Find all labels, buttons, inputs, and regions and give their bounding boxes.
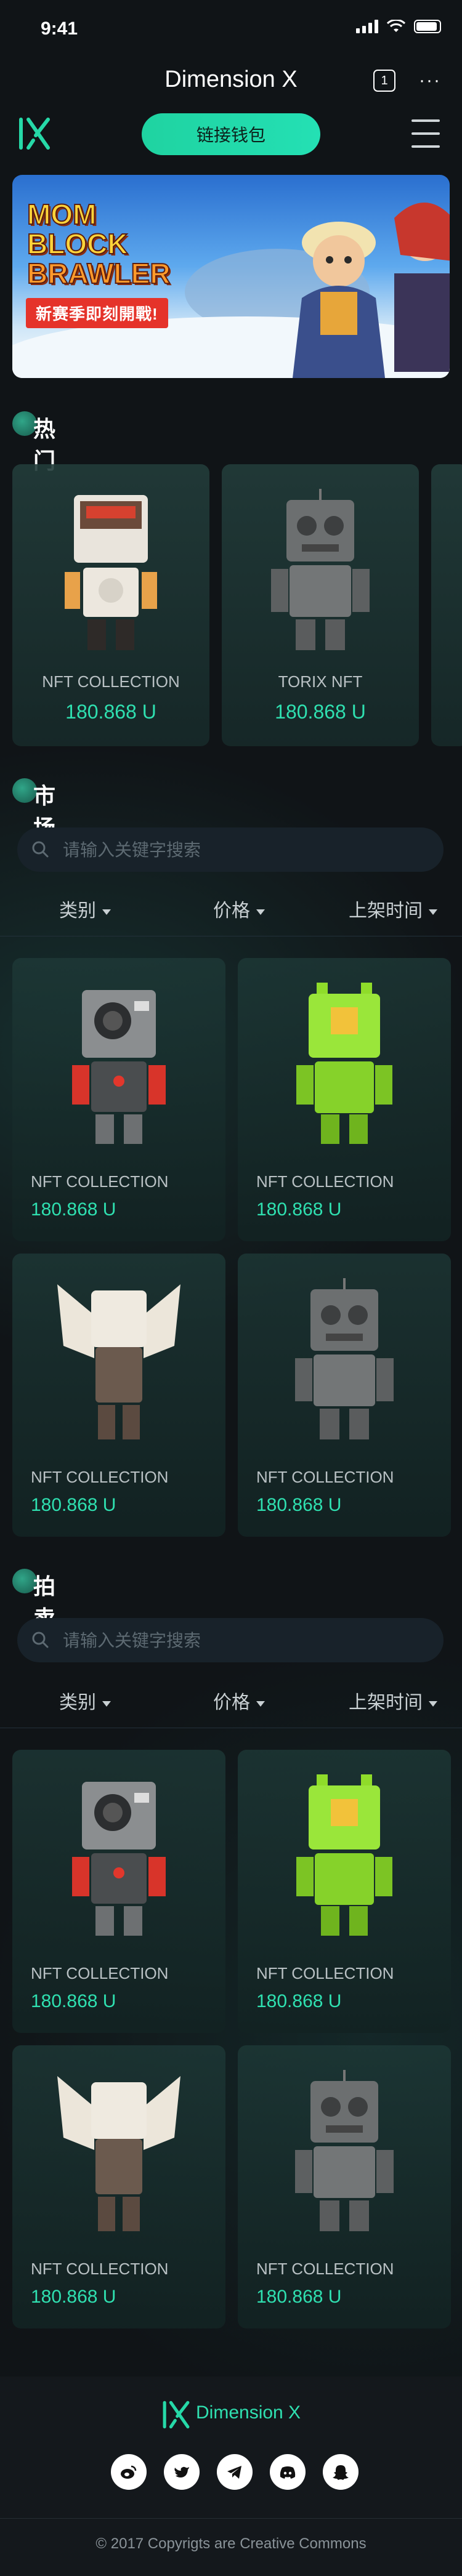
tab-count-button[interactable]: 1 [373,70,395,92]
signal-icon [356,20,378,33]
weibo-icon[interactable] [111,2454,147,2490]
caret-down-icon [102,1701,111,1707]
hamburger-menu-icon[interactable] [411,119,440,148]
nft-winged-robot-image [57,2076,180,2231]
market-nft-card[interactable]: NFT COLLECTION 180.868 U [12,1254,225,1537]
twitter-icon[interactable] [164,2454,200,2490]
market-filter-bar: 类别 价格 上架时间 [0,889,462,926]
status-time: 9:41 [41,18,78,39]
social-links [111,2454,359,2490]
caret-down-icon [256,1701,265,1707]
nft-name: NFT COLLECTION [256,1964,394,1982]
site-header: 链接钱包 [0,108,462,164]
auction-nft-card[interactable]: NFT COLLECTION 180.868 U [12,2045,225,2328]
filter-price[interactable]: 价格 [213,1687,265,1714]
filter-listing-time[interactable]: 上架时间 [349,1687,437,1714]
wifi-icon [387,20,405,32]
discord-icon[interactable] [270,2454,306,2490]
nft-robot-image [65,495,157,650]
telegram-icon[interactable] [217,2454,253,2490]
nft-name: NFT COLLECTION [31,1964,169,1982]
banner-game-title: MOM BLOCK BRAWLER [26,198,171,289]
banner-tagline: 新赛季即刻開戰! [26,298,168,328]
nft-price: 180.868 U [256,1991,342,2011]
site-footer: Dimension X © 2017 Copyrigts are Creativ… [0,2377,462,2576]
nft-name: NFT COLLECTION [42,672,180,691]
footer-divider [0,2518,462,2519]
page: 9:41 Dimension X 1 ··· 链接钱包 MOM BLOCK BR… [0,0,462,2576]
nft-price: 180.868 U [256,2287,342,2307]
nft-name: NFT COLLECTION [31,1468,169,1486]
nft-name: TORIX NFT [278,672,363,691]
filter-listing-time[interactable]: 上架时间 [349,895,437,922]
app-title-bar: Dimension X 1 ··· [0,59,462,102]
nft-price: 180.868 U [256,1199,342,1220]
filter-price[interactable]: 价格 [213,895,265,922]
nft-name: NFT COLLECTION [256,1468,394,1486]
market-nft-card[interactable]: NFT COLLECTION 180.868 U [12,958,225,1241]
promo-banner[interactable]: MOM BLOCK BRAWLER 新赛季即刻開戰! [12,175,450,378]
auction-nft-card[interactable]: NFT COLLECTION 180.868 U [238,2045,451,2328]
nft-camera-robot-image [72,990,166,1144]
nft-price: 180.868 U [275,701,366,723]
nft-price: 180.868 U [256,1495,342,1515]
auction-nft-card[interactable]: NFT COLLECTION 180.868 U [238,1750,451,2033]
filter-category[interactable]: 类别 [59,895,111,922]
market-search-bar[interactable] [17,827,444,873]
nft-price: 180.868 U [31,1199,116,1220]
nft-price: 180.868 U [31,1991,116,2011]
market-search-input[interactable] [62,827,428,873]
caret-down-icon [256,909,265,915]
nft-green-robot-image [296,1774,392,1936]
market-nft-card[interactable]: NFT COLLECTION 180.868 U [238,1254,451,1537]
auction-filter-bar: 类别 价格 上架时间 [0,1681,462,1718]
system-icons [356,20,441,33]
nft-price: 180.868 U [31,2287,116,2307]
dimension-x-logo-icon [163,2401,190,2429]
nft-green-robot-image [296,983,392,1144]
auction-search-bar[interactable] [17,1618,444,1664]
hot-nft-card-partial[interactable] [431,464,462,746]
snapchat-icon[interactable] [323,2454,359,2490]
auction-nft-card[interactable]: NFT COLLECTION 180.868 U [12,1750,225,2033]
footer-brand: Dimension X [196,2402,301,2423]
dimension-x-logo-icon[interactable] [17,116,52,151]
more-options-button[interactable]: ··· [419,71,441,90]
nft-price: 180.868 U [31,1495,116,1515]
nft-name: NFT COLLECTION [256,1172,394,1191]
market-nft-card[interactable]: NFT COLLECTION 180.868 U [238,958,451,1241]
caret-down-icon [102,909,111,915]
nft-name: NFT COLLECTION [31,1172,169,1191]
copyright-text: © 2017 Copyrigts are Creative Commons [95,2535,367,2552]
connect-wallet-button[interactable]: 链接钱包 [142,113,320,155]
nft-robot-image [295,2070,394,2231]
nft-name: NFT COLLECTION [31,2260,169,2278]
nft-price: 180.868 U [65,701,156,723]
caret-down-icon [429,909,437,915]
nft-camera-robot-image [72,1782,166,1936]
caret-down-icon [429,1701,437,1707]
nft-robot-image [271,489,370,650]
nft-name: NFT COLLECTION [256,2260,394,2278]
hot-nft-card[interactable]: NFT COLLECTION 180.868 U [12,464,209,746]
search-icon [32,1632,49,1648]
hot-nft-card[interactable]: TORIX NFT 180.868 U [222,464,419,746]
battery-icon [414,20,441,33]
banner-second-character-illustration [394,203,450,372]
status-bar: 9:41 [0,0,462,59]
search-icon [32,841,49,858]
filter-category[interactable]: 类别 [59,1687,111,1714]
nft-robot-image [295,1278,394,1439]
nft-winged-robot-image [57,1284,180,1439]
auction-search-input[interactable] [62,1618,428,1664]
